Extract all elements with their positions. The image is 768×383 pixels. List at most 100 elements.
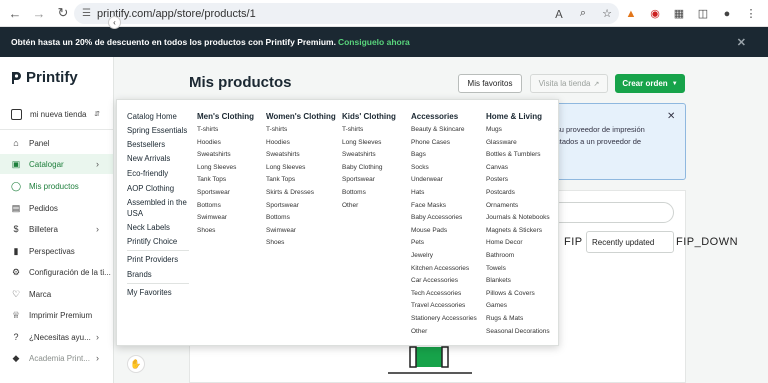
menu-item[interactable]: Sweatshirts bbox=[266, 151, 300, 158]
menu-item[interactable]: T-shirts bbox=[266, 126, 287, 133]
menu-item[interactable]: Travel Accessories bbox=[411, 302, 465, 309]
menu-left-item[interactable]: Bestsellers bbox=[127, 140, 165, 149]
menu-item[interactable]: Face Masks bbox=[411, 202, 446, 209]
menu-item[interactable]: Beauty & Skincare bbox=[411, 126, 464, 133]
sidebar-item-catalog[interactable]: ▣ Catalogar › bbox=[0, 154, 113, 174]
extensions-puzzle-icon[interactable]: ▦ bbox=[668, 0, 690, 27]
menu-left-item[interactable]: New Arrivals bbox=[127, 154, 170, 163]
menu-item[interactable]: Car Accessories bbox=[411, 277, 458, 284]
back-icon[interactable]: ← bbox=[6, 4, 24, 22]
menu-left-item[interactable]: Eco-friendly bbox=[127, 169, 168, 178]
menu-item[interactable]: Long Sleeves bbox=[197, 164, 236, 171]
menu-item[interactable]: Sweatshirts bbox=[197, 151, 231, 158]
site-info-icon[interactable]: ☰ bbox=[82, 8, 91, 19]
menu-column-heading[interactable]: Women's Clothing bbox=[266, 112, 336, 121]
help-chat-button[interactable]: ✋ bbox=[127, 355, 145, 373]
menu-item[interactable]: Tech Accessories bbox=[411, 290, 461, 297]
sidebar-item-premium[interactable]: ♕ Imprimir Premium bbox=[0, 305, 113, 325]
zoom-icon[interactable]: ⌕ bbox=[572, 0, 594, 27]
menu-item[interactable]: Other bbox=[342, 202, 358, 209]
menu-left-item[interactable]: Brands bbox=[127, 270, 152, 279]
sidepanel-icon[interactable]: ◫ bbox=[692, 0, 714, 27]
menu-left-item[interactable]: Catalog Home bbox=[127, 112, 177, 121]
reload-icon[interactable]: ↻ bbox=[54, 4, 72, 22]
sidebar-item-wallet[interactable]: $ Billetera › bbox=[0, 219, 113, 239]
menu-item[interactable]: Other bbox=[411, 328, 427, 335]
menu-column-heading[interactable]: Accessories bbox=[411, 112, 458, 121]
search-input[interactable] bbox=[549, 202, 674, 223]
menu-item[interactable]: Tank Tops bbox=[197, 176, 226, 183]
menu-left-item[interactable]: USA bbox=[127, 209, 143, 218]
visit-store-button[interactable]: Visita la tienda ↗ bbox=[530, 74, 608, 93]
menu-item[interactable]: Blankets bbox=[486, 277, 511, 284]
collapse-sidebar-button[interactable]: ‹ bbox=[108, 16, 121, 29]
menu-item[interactable]: Stationery Accessories bbox=[411, 315, 477, 322]
menu-item[interactable]: Sweatshirts bbox=[342, 151, 376, 158]
my-favorites-button[interactable]: Mis favoritos bbox=[458, 74, 522, 93]
create-order-button[interactable]: Crear orden ▼ bbox=[615, 74, 685, 93]
menu-item[interactable]: Baby Clothing bbox=[342, 164, 382, 171]
profile-avatar[interactable]: ● bbox=[716, 0, 738, 27]
printify-logo[interactable]: Printify bbox=[10, 69, 78, 86]
menu-item[interactable]: Ornaments bbox=[486, 202, 518, 209]
menu-item[interactable]: Pillows & Covers bbox=[486, 290, 535, 297]
info-close-icon[interactable]: ✕ bbox=[667, 111, 675, 122]
promo-link[interactable]: Consiguelo ahora bbox=[338, 37, 410, 47]
menu-item[interactable]: Socks bbox=[411, 164, 429, 171]
menu-column-heading[interactable]: Home & Living bbox=[486, 112, 542, 121]
menu-left-item[interactable]: Spring Essentials bbox=[127, 126, 187, 135]
menu-item[interactable]: Towels bbox=[486, 265, 506, 272]
menu-item[interactable]: T-shirts bbox=[197, 126, 218, 133]
metamask-icon[interactable]: ▲ bbox=[620, 0, 642, 27]
menu-item[interactable]: Bags bbox=[411, 151, 426, 158]
menu-item[interactable]: Jewelry bbox=[411, 252, 433, 259]
menu-item[interactable]: Phone Cases bbox=[411, 139, 450, 146]
menu-item[interactable]: Posters bbox=[486, 176, 508, 183]
promo-close-icon[interactable]: ✕ bbox=[737, 36, 746, 49]
menu-item[interactable]: Home Decor bbox=[486, 239, 522, 246]
menu-item[interactable]: Baby Accessories bbox=[411, 214, 462, 221]
sidebar-item-help[interactable]: ? ¿Necesitas ayu... › bbox=[0, 327, 113, 347]
menu-item[interactable]: Underwear bbox=[411, 176, 443, 183]
menu-item[interactable]: Pets bbox=[411, 239, 424, 246]
translate-icon[interactable]: Ａ bbox=[548, 0, 570, 27]
menu-item[interactable]: Shoes bbox=[197, 227, 215, 234]
menu-item[interactable]: Games bbox=[486, 302, 507, 309]
store-selector[interactable]: mi nueva tienda ⇵ bbox=[8, 105, 104, 123]
sidebar-item-store-settings[interactable]: ⚙ Configuración de la ti... bbox=[0, 262, 113, 282]
menu-column-heading[interactable]: Kids' Clothing bbox=[342, 112, 396, 121]
menu-item[interactable]: Postcards bbox=[486, 189, 515, 196]
sidebar-item-orders[interactable]: ▤ Pedidos bbox=[0, 198, 113, 218]
menu-item[interactable]: Sportswear bbox=[342, 176, 375, 183]
menu-column-heading[interactable]: Men's Clothing bbox=[197, 112, 254, 121]
browser-menu-icon[interactable]: ⋮ bbox=[740, 0, 762, 27]
menu-item[interactable]: Swimwear bbox=[197, 214, 227, 221]
menu-item[interactable]: Sportswear bbox=[266, 202, 299, 209]
menu-left-item[interactable]: AOP Clothing bbox=[127, 184, 174, 193]
menu-item[interactable]: Long Sleeves bbox=[266, 164, 305, 171]
menu-item[interactable]: Hats bbox=[411, 189, 424, 196]
menu-item[interactable]: Bottoms bbox=[266, 214, 290, 221]
sidebar-item-brand[interactable]: ♡ Marca bbox=[0, 284, 113, 304]
menu-item[interactable]: Magnets & Stickers bbox=[486, 227, 542, 234]
sort-select[interactable]: Recently updated bbox=[586, 231, 674, 253]
menu-left-item[interactable]: Print Providers bbox=[127, 255, 178, 264]
menu-item[interactable]: Kitchen Accessories bbox=[411, 265, 469, 272]
menu-left-item[interactable]: Neck Labels bbox=[127, 223, 170, 232]
menu-item[interactable]: Bottoms bbox=[342, 189, 366, 196]
menu-item[interactable]: Bathroom bbox=[486, 252, 514, 259]
forward-icon[interactable]: → bbox=[30, 4, 48, 22]
extension-red-icon[interactable]: ◉ bbox=[644, 0, 666, 27]
menu-item[interactable]: Mouse Pads bbox=[411, 227, 447, 234]
menu-item[interactable]: Seasonal Decorations bbox=[486, 328, 550, 335]
menu-my-favorites[interactable]: My Favorites bbox=[127, 288, 172, 297]
menu-item[interactable]: Sportswear bbox=[197, 189, 230, 196]
sidebar-item-panel[interactable]: ⌂ Panel bbox=[0, 133, 113, 153]
menu-left-item[interactable]: Printify Choice bbox=[127, 237, 177, 246]
menu-item[interactable]: Mugs bbox=[486, 126, 502, 133]
menu-item[interactable]: Bottles & Tumblers bbox=[486, 151, 541, 158]
menu-item[interactable]: Rugs & Mats bbox=[486, 315, 523, 322]
menu-item[interactable]: Journals & Notebooks bbox=[486, 214, 550, 221]
menu-item[interactable]: T-shirts bbox=[342, 126, 363, 133]
sidebar-item-academy[interactable]: ◆ Academia Print... › bbox=[0, 348, 113, 368]
